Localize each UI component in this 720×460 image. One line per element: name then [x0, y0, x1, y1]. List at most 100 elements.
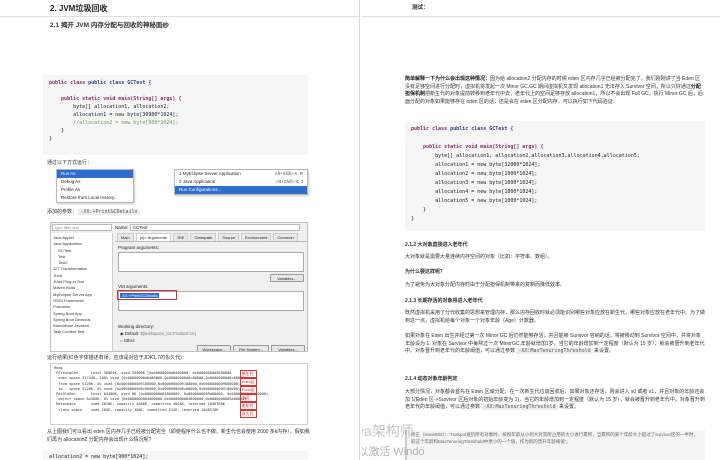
answer-212: 为了避免为大对象分配内存时由于分配担保机制带来的复制而降低效率。 — [405, 282, 566, 288]
code-line: allocation3 = new byte[1000*1024]; — [435, 180, 538, 186]
right-document-page: 测试： 简单解释一下为什么会出现这种情况：因为给 allocation2 分配内… — [362, 0, 720, 460]
issue-quote: 修正（issue552）：“Hotspot遍历所有对象时，按照年龄从小到大对其所… — [405, 430, 705, 460]
tab-common[interactable]: Common — [273, 233, 298, 241]
gc-tag-from: From区 — [240, 386, 257, 394]
tab-classpath[interactable]: Classpath — [190, 233, 217, 241]
code-line: allocation1 = new byte[32000*1024]; — [435, 162, 541, 168]
default-option-label: Default: — [124, 331, 140, 336]
menu-item-run-as[interactable]: Run As — [57, 170, 133, 178]
menu-item-debug-as[interactable]: Debug As — [57, 178, 133, 186]
eclipse-run-config-dialog: type filter text Name: GCTest Java Apple… — [50, 222, 308, 352]
working-dir-label: Working directory: — [118, 324, 155, 329]
gc-log-line: Metaspace used 2628K, capacity 4486K, co… — [54, 402, 225, 407]
heading-2-1-2: 2.1.2 大对象直接进入老年代 — [405, 242, 468, 248]
param-label: 添加的参数： — [47, 209, 78, 215]
gc-log-line: from space 5120K, 0% used [0x00000000d91… — [54, 381, 241, 386]
heading-2-1-4: 2.1.4 动态对象年龄判定 — [405, 376, 458, 382]
tab-main[interactable]: Main — [117, 233, 134, 241]
code-line: } — [411, 216, 415, 222]
menu-item-label: 2 Java Application — [179, 179, 216, 184]
variables-button[interactable]: Variables... — [270, 274, 304, 282]
gc-annotation-labels: 新生代 Eden区 From区 To区 老年代 永久代 — [240, 370, 257, 418]
config-tabs: Main (x)= Arguments JRE Classpath Source… — [115, 233, 307, 242]
code-line: allocation5 = new byte[1000*1024]; — [435, 198, 538, 204]
paragraph-213a: 既然虚拟机采用了分代收集的思想来管理内存，那么内存回收时就必须能识别哪些对象应放… — [405, 310, 706, 324]
paragraph-text: 来设置。 — [559, 404, 580, 410]
bold-lead: 简单解释一下为什么会出现这种情况： — [405, 76, 491, 82]
menu-shortcut: Alt+Shift+X, J — [275, 179, 303, 184]
gc-log-output: Heap PSYoungGen total 36864K, used 33000… — [50, 363, 308, 425]
gc-log-line: ParOldGen total 84480K, used 0K [0x00000… — [54, 392, 269, 397]
vm-args-label: VM arguments: — [118, 284, 149, 289]
gc-tag-eden: Eden区 — [240, 378, 257, 386]
run-steps-text: 通过以下方式运行： — [47, 160, 93, 166]
name-input[interactable]: GCTest — [129, 224, 300, 231]
tab-arguments[interactable]: (x)= Arguments — [135, 233, 171, 241]
menu-item-label: Run Configurations... — [179, 187, 222, 192]
left-document-page: 2. JVM垃圾回收 2.1 揭开 JVM 内存分配与回收的神秘面纱 publi… — [0, 0, 360, 460]
variables-button-2[interactable]: Variables... — [271, 345, 305, 351]
result-caption: 运行结果(红色字体描述有误，应该是对应于JDK1.7的永久代)： — [47, 355, 187, 361]
program-args-label: Program arguments: — [118, 245, 160, 250]
vm-args-highlight — [117, 290, 177, 300]
gc-log-line: object space 84480K, 0% used [0x00000000… — [54, 397, 247, 402]
program-args-input[interactable] — [118, 252, 304, 272]
explanation-paragraph-1: 简单解释一下为什么会出现这种情况：因为给 allocation2 分配内存的时候… — [405, 76, 705, 106]
default-dir-value: ${workspace_loc:Productl-10} — [140, 331, 196, 336]
menu-item-restore-history[interactable]: Restore from Local History... — [57, 194, 133, 202]
paragraph-text: 来设置。 — [594, 348, 615, 354]
menu-item-profile-as[interactable]: Profile As — [57, 186, 133, 194]
code-line: public class GCTest { — [88, 80, 152, 86]
heading-divider — [0, 16, 359, 17]
code-line: byte[] allocation1, allocation2,allocati… — [435, 153, 640, 159]
question-why: 为什么要这样呢？ — [405, 269, 446, 275]
paragraph-214: 大部分情况，对象都会首先在 Eden 区域分配，在一次新生代垃圾回收后，如果对象… — [405, 389, 705, 412]
explanation-paragraph: 从上图我们可以看出 eden 区内存几乎已经被分配完全（即使程序什么也不做，新生… — [47, 429, 310, 443]
code-line: byte[] allocation1, allocation2; — [73, 104, 170, 110]
menu-item-java-application[interactable]: 2 Java Application Alt+Shift+X, J — [175, 178, 307, 186]
gc-log-line: class space used 283K, capacity 386K, co… — [54, 407, 219, 412]
tree-item[interactable]: Task Context Test — [53, 329, 110, 335]
workspace-button[interactable]: Workspace... — [197, 345, 231, 351]
context-menu: Run As Debug As Profile As Restore from … — [56, 169, 134, 203]
section-heading-jvm-gc: 2. JVM垃圾回收 — [50, 4, 108, 13]
code-line: } — [423, 207, 427, 213]
subsection-heading: 2.1 揭开 JVM 内存分配与回收的神秘面纱 — [50, 22, 169, 29]
code-comment: //allocation2 = new byte[900*1024]; — [73, 120, 179, 126]
tab-jre[interactable]: JRE — [172, 233, 189, 241]
default-radio[interactable]: ◉ Default: ${workspace_loc:Productl-10} — [120, 331, 196, 336]
menu-item-myeclipse-server[interactable]: 1 MyEclipse Server Application Alt+Shift+… — [175, 170, 307, 178]
code-line: } — [49, 136, 53, 142]
tab-environment[interactable]: Environment — [240, 233, 272, 241]
other-option-label: Other: — [123, 338, 136, 343]
tab-source[interactable]: Source — [218, 233, 239, 241]
config-main-panel: Main (x)= Arguments JRE Classpath Source… — [115, 233, 307, 351]
heading-divider — [362, 16, 720, 17]
filter-input[interactable]: type filter text — [52, 224, 112, 231]
gc-tag-to: To区 — [240, 394, 257, 402]
gc-log-line: eden space 31744K, 100% used [0x00000000… — [54, 376, 247, 381]
code-line: allocation4 = new byte[1000*1024]; — [435, 189, 538, 195]
code-block-allocation2: allocation2 = new byte[900*1024]; — [43, 451, 308, 460]
menu-shortcut: Alt+Shift+X, R — [274, 171, 303, 176]
code-line: public class GCTest { — [450, 126, 514, 132]
code-line: allocation1 = new byte[30900*1024]; — [73, 112, 179, 118]
gc-tag-old: 老年代 — [240, 402, 257, 410]
gc-tag-perm: 永久代 — [240, 410, 257, 418]
paragraph-213b: 如果对象在 Eden 出生并经过第一次 Minor GC 后仍然能够存活，并且能… — [405, 333, 705, 356]
test-label: 测试： — [412, 5, 429, 11]
gc-annotation-tags: - — [52, 365, 57, 372]
menu-item-run-configurations[interactable]: Run Configurations... — [175, 186, 307, 194]
windows-activation-watermark: 转到“设置”以激活 Windo — [362, 446, 425, 458]
code-line: allocation2 = new byte[1000*1024]; — [435, 171, 538, 177]
file-system-button[interactable]: File System... — [233, 345, 269, 351]
paragraph-212: 大对象就是需要大量连续内存空间的对象（比如：字符串、数组）。 — [405, 254, 553, 260]
menu-item-label: 1 MyEclipse Server Application — [179, 171, 241, 176]
other-radio[interactable]: ○ Other: — [120, 338, 135, 343]
gc-log-line: to space 5120K, 0% used [0x00000000d8c80… — [54, 386, 241, 391]
gc-tag-young: 新生代 — [240, 370, 257, 378]
param-code: -XX:+PrintGCDetails — [78, 209, 140, 215]
inline-code: -XX:MaxTenuringThreshold — [516, 348, 593, 354]
code-line: public static void main(String[] args) { — [61, 96, 182, 102]
heading-2-1-3: 2.1.3 长期存活的对象将进入老年代 — [405, 298, 483, 304]
